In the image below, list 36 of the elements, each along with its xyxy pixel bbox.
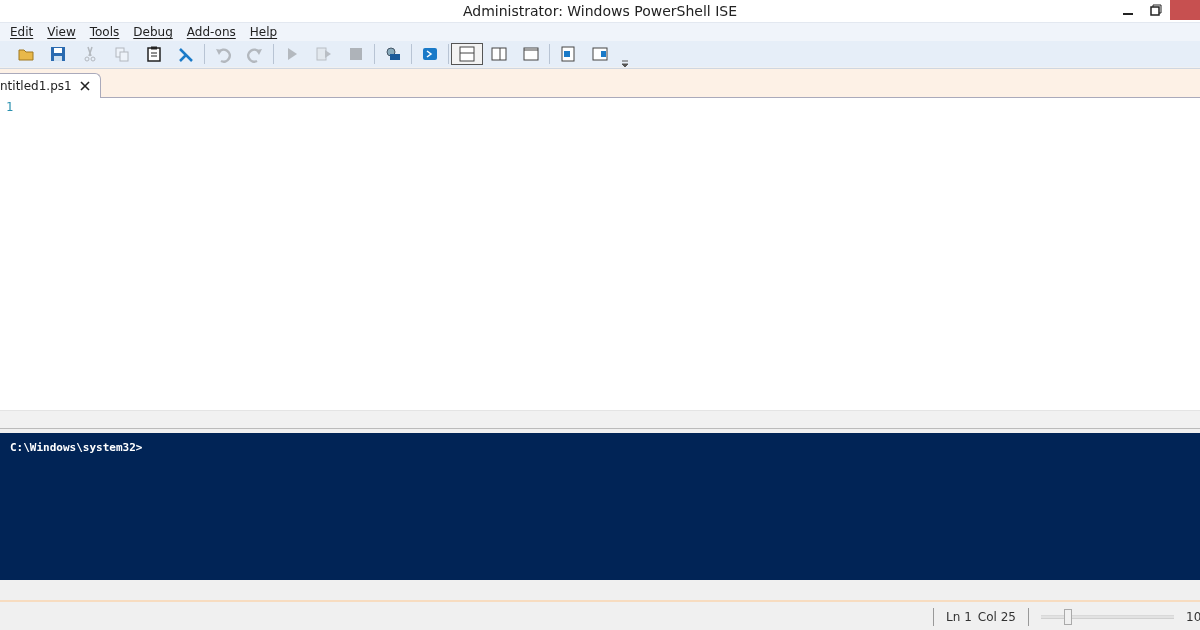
undo-icon — [214, 45, 232, 63]
stop-icon — [347, 45, 365, 63]
column-indicator: Col 25 — [977, 609, 1016, 624]
window-icon — [522, 45, 540, 63]
console-pane[interactable]: C:\Windows\system32> — [0, 433, 1200, 580]
menu-item[interactable]: Debug — [133, 25, 173, 39]
menu-item[interactable]: Tools — [89, 25, 120, 39]
pane-layout-icon — [458, 45, 476, 63]
menu-item[interactable]: Edit — [10, 25, 34, 39]
clipboard-icon — [145, 45, 163, 63]
close-icon[interactable] — [79, 81, 90, 91]
console-icon — [421, 45, 439, 63]
restore-icon — [1150, 4, 1162, 16]
line-number: 1 — [6, 100, 15, 114]
scissors-icon — [81, 45, 99, 63]
page-play-icon — [315, 45, 333, 63]
redo-icon — [246, 45, 264, 63]
menu-item[interactable]: Help — [249, 25, 278, 39]
menu-item[interactable]: View — [47, 25, 76, 39]
menu-item[interactable]: Add-ons — [186, 25, 236, 39]
console-prompt: C:\Windows\system32> — [10, 441, 143, 454]
copy-icon — [113, 45, 131, 63]
layout-top-button[interactable] — [451, 43, 483, 65]
overflow-icon[interactable] — [620, 57, 630, 67]
remote-computer-icon — [384, 45, 402, 63]
script-pane-icon — [559, 45, 577, 63]
script-editor[interactable]: 1 — [0, 98, 1200, 410]
side-pane-icon — [591, 45, 609, 63]
line-indicator: Ln 1 — [946, 609, 972, 624]
slider-thumb[interactable] — [1063, 608, 1072, 625]
file-tab[interactable]: ntitled1.ps1 — [0, 73, 101, 98]
minimize-icon — [1123, 13, 1133, 15]
pane-splitter[interactable] — [0, 410, 1200, 429]
zoom-level: 10 — [1186, 609, 1200, 624]
pane-layout-icon — [490, 45, 508, 63]
window-title: Administrator: Windows PowerShell ISE — [462, 3, 738, 19]
